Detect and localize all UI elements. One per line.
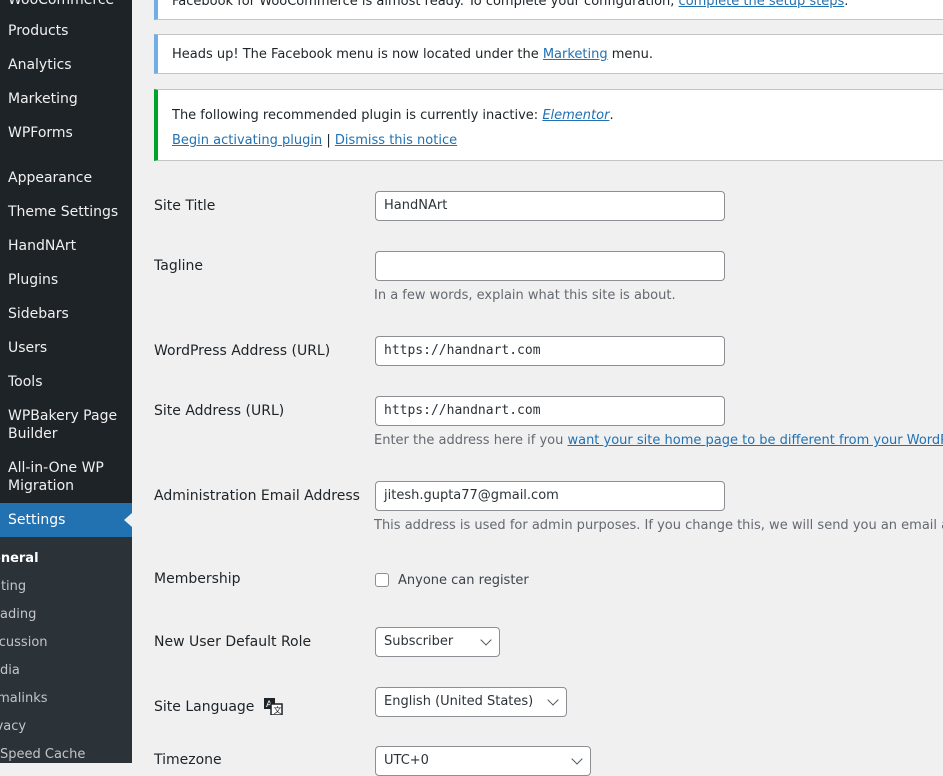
submenu-item-writing[interactable]: riting	[0, 579, 26, 594]
admin-email-input[interactable]: jitesh.gupta77@gmail.com	[375, 481, 725, 511]
chevron-down-icon	[547, 694, 559, 706]
site-title-input[interactable]: HandNArt	[375, 191, 725, 221]
site-language-label-text: Site Language	[154, 699, 255, 715]
anyone-can-register-checkbox[interactable]	[375, 573, 389, 587]
submenu-item-permalinks[interactable]: rmalinks	[0, 691, 48, 706]
timezone-select[interactable]: UTC+0	[375, 746, 591, 776]
settings-submenu: eneral riting eading scussion edia rmali…	[0, 537, 132, 763]
site-title-label: Site Title	[154, 198, 216, 214]
sidebar-item-analytics[interactable]: Analytics	[8, 56, 72, 74]
site-language-select[interactable]: English (United States)	[375, 687, 567, 717]
facebook-menu-notice: Heads up! The Facebook menu is now locat…	[154, 34, 943, 74]
sidebar-item-sidebars[interactable]: Sidebars	[8, 305, 69, 323]
sidebar-item-products[interactable]: Products	[8, 22, 68, 40]
submenu-item-reading[interactable]: eading	[0, 607, 36, 622]
membership-label: Membership	[154, 571, 241, 587]
tagline-input[interactable]	[375, 251, 725, 281]
elementor-link[interactable]: Elementor	[542, 108, 609, 123]
sidebar-item-appearance[interactable]: Appearance	[8, 169, 92, 187]
submenu-item-discussion[interactable]: scussion	[0, 635, 48, 650]
site-address-description: Enter the address here if you want your …	[374, 433, 943, 448]
sidebar-item-tools[interactable]: Tools	[8, 373, 43, 391]
admin-sidebar: WooCommerce Products Analytics Marketing…	[0, 0, 132, 763]
sidebar-item-all-in-one-migration[interactable]: All-in-One WP Migration	[8, 459, 128, 495]
site-address-desc-text: Enter the address here if you	[374, 433, 568, 448]
notice-text-end: .	[609, 108, 614, 123]
notice-text: The following recommended plugin is curr…	[172, 108, 543, 123]
admin-email-label: Administration Email Address	[154, 488, 360, 504]
setup-steps-link[interactable]: complete the setup steps	[679, 0, 845, 9]
submenu-item-general[interactable]: eneral	[0, 551, 39, 566]
sidebar-item-theme-settings[interactable]: Theme Settings	[8, 203, 118, 221]
timezone-value: UTC+0	[384, 753, 429, 768]
tagline-label: Tagline	[154, 258, 203, 274]
site-language-label: Site Language A文	[154, 693, 283, 716]
default-role-value: Subscriber	[384, 634, 454, 649]
marketing-link[interactable]: Marketing	[543, 47, 608, 62]
plugin-inactive-notice: The following recommended plugin is curr…	[154, 89, 943, 161]
site-address-help-link[interactable]: want your site home page to be different…	[567, 433, 943, 448]
site-address-input[interactable]: https://handnart.com	[375, 396, 725, 426]
sidebar-item-wpbakery[interactable]: WPBakery Page Builder	[8, 407, 128, 443]
current-menu-arrow-icon	[124, 513, 132, 527]
sidebar-item-settings[interactable]: Settings	[0, 503, 132, 537]
wordpress-address-input[interactable]: https://handnart.com	[375, 336, 725, 366]
submenu-item-litespeed-cache[interactable]: eSpeed Cache	[0, 747, 85, 762]
default-role-label: New User Default Role	[154, 634, 312, 650]
chevron-down-icon	[480, 634, 492, 646]
sidebar-item-marketing[interactable]: Marketing	[8, 90, 78, 108]
default-role-select[interactable]: Subscriber	[375, 627, 500, 657]
notice-text-end: menu.	[607, 47, 654, 62]
timezone-label: Timezone	[154, 752, 222, 768]
submenu-item-privacy[interactable]: ivacy	[0, 719, 26, 734]
tagline-description: In a few words, explain what this site i…	[374, 288, 676, 303]
submenu-item-media[interactable]: edia	[0, 663, 20, 678]
begin-activating-plugin-link[interactable]: Begin activating plugin	[172, 133, 322, 148]
sidebar-item-plugins[interactable]: Plugins	[8, 271, 58, 289]
translation-icon: A文	[263, 698, 283, 716]
sidebar-item-handnart[interactable]: HandNArt	[8, 237, 76, 255]
notice-text: Heads up! The Facebook menu is now locat…	[172, 47, 543, 62]
notice-text: Facebook for WooCommerce is almost ready…	[172, 0, 679, 9]
anyone-can-register-label[interactable]: Anyone can register	[398, 573, 529, 588]
sidebar-item-wpforms[interactable]: WPForms	[8, 124, 73, 142]
site-language-value: English (United States)	[384, 694, 534, 709]
link-separator: |	[326, 133, 331, 148]
wordpress-address-label: WordPress Address (URL)	[154, 343, 331, 359]
woocommerce-setup-notice: Facebook for WooCommerce is almost ready…	[154, 0, 943, 20]
sidebar-item-users[interactable]: Users	[8, 339, 47, 357]
dismiss-notice-link[interactable]: Dismiss this notice	[335, 133, 457, 148]
sidebar-item-settings-label: Settings	[8, 512, 66, 528]
notice-text-end: .	[844, 0, 849, 9]
svg-text:文: 文	[273, 705, 281, 715]
admin-email-description: This address is used for admin purposes.…	[374, 518, 943, 533]
site-address-label: Site Address (URL)	[154, 403, 285, 419]
sidebar-item-woocommerce[interactable]: WooCommerce	[8, 0, 114, 9]
